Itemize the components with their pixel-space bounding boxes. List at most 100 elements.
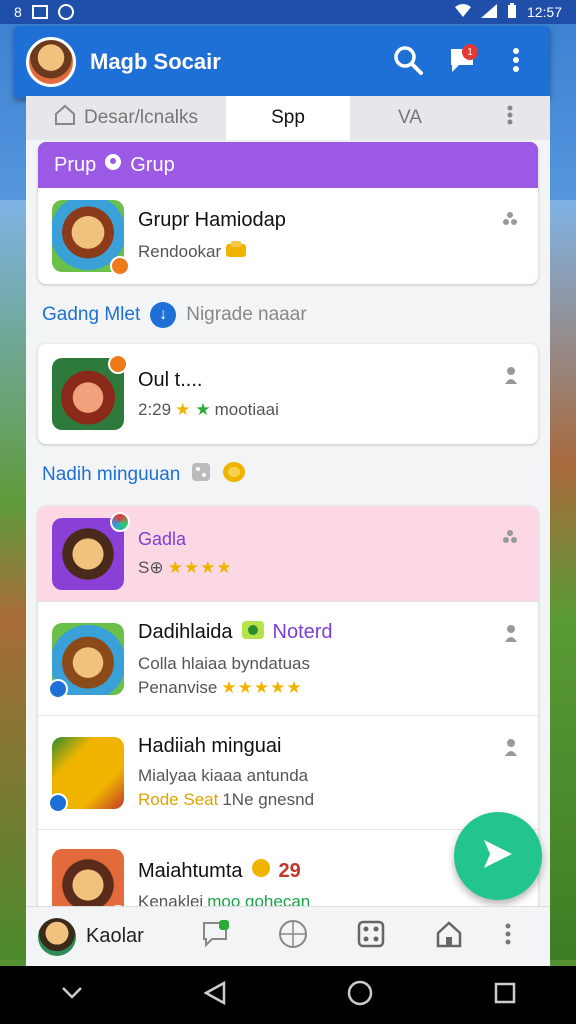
notification-badge: 1 (462, 44, 478, 60)
item-badge: 29 (278, 859, 301, 882)
bottom-navigation: Kaolar (26, 906, 550, 966)
item-line: Kenaklei (138, 892, 204, 906)
list-item[interactable]: Grupr Hamiodap Rendookar (38, 188, 538, 284)
tab-bar: Desar/lcnalks Spp VA (26, 96, 550, 140)
nav-chat-button[interactable] (176, 915, 254, 959)
globe-icon (278, 919, 308, 954)
item-title: Hadiiah minguai (138, 735, 282, 757)
tab-desar[interactable]: Desar/lcnalks (26, 96, 226, 140)
background-scenery-left (0, 200, 28, 960)
list-item[interactable]: Oul t.... 2:29 ★ ★ mootiaai (38, 344, 538, 444)
send-icon (480, 836, 516, 877)
star-rating: ★★★★★ (221, 677, 303, 697)
send-fab-button[interactable] (454, 812, 542, 900)
more-icon[interactable] (502, 210, 518, 233)
chevron-down-icon[interactable] (61, 986, 83, 1005)
badge-icon (48, 678, 68, 699)
battery-icon (507, 2, 517, 22)
item-line: Rode Seat (138, 790, 219, 809)
dice-icon (357, 920, 385, 953)
verified-icon (241, 620, 265, 646)
more-icon[interactable] (504, 366, 518, 392)
search-button[interactable] (386, 40, 430, 84)
section-header: Nadih minguuan (26, 450, 550, 500)
nav-more-button[interactable] (488, 915, 528, 959)
section-note: Nigrade naaar (186, 304, 307, 325)
star-icon: ★ (175, 399, 192, 419)
item-line: Colla hlaiaa byndatuas (138, 653, 311, 673)
group-header: Prup Grup (38, 142, 538, 188)
home-circle-icon[interactable] (347, 980, 373, 1011)
overflow-menu-button[interactable] (494, 40, 538, 84)
group-header-label: Prup (54, 153, 97, 176)
list-item[interactable]: Gadla S⊕ ★★★★ (38, 506, 538, 602)
tab-label: VA (398, 107, 422, 128)
badge-icon (110, 511, 130, 532)
item-card: Oul t.... 2:29 ★ ★ mootiaai (38, 344, 538, 444)
download-icon[interactable]: ↓ (150, 302, 177, 328)
game-thumbnail (48, 736, 124, 813)
tab-label: Spp (271, 107, 305, 128)
square-icon (31, 5, 48, 19)
tab-label: Desar/lcnalks (83, 107, 199, 128)
notifications-button[interactable]: 1 (440, 40, 484, 84)
game-thumbnail (52, 200, 130, 276)
item-line: Mialyaa kiaaa antunda (138, 766, 309, 785)
item-title: Oul t.... (138, 368, 203, 391)
badge-icon (108, 354, 128, 374)
list-item[interactable]: Hadiiah minguai Mialyaa kiaaa antunda Ro… (38, 716, 538, 830)
badge-icon (110, 256, 130, 276)
circle-icon (57, 4, 74, 20)
status-left-text: 8 (14, 4, 22, 20)
game-thumbnail (52, 511, 130, 590)
home-icon (435, 920, 463, 953)
app-title: Magb Socair (90, 49, 221, 74)
nav-label[interactable]: Kaolar (86, 925, 176, 948)
item-subtitle: Rendookar (138, 241, 222, 261)
system-navigation-bar (0, 966, 576, 1024)
search-icon (393, 45, 423, 80)
star-icon: ★ (195, 399, 211, 419)
item-title: Maiahtumta (138, 859, 243, 882)
dice-icon (190, 461, 212, 489)
badge-icon (48, 792, 68, 813)
more-vert-icon (505, 923, 511, 950)
item-tag: Noterd (272, 621, 333, 643)
app-bar: Magb Socair 1 (14, 26, 550, 98)
home-icon (54, 104, 76, 132)
tab-va[interactable]: VA (350, 96, 470, 140)
wifi-icon (454, 3, 471, 21)
nav-avatar[interactable] (38, 917, 76, 956)
status-bar: 8 12:57 (0, 0, 576, 24)
section-header: Gadng Mlet ↓ Nigrade naaar (26, 290, 550, 340)
list-item[interactable]: Dadihlaida Noterd Colla hlaiaa byndatuas… (38, 602, 538, 716)
group-card: Prup Grup Grupr Hamiodap Rendookar (38, 142, 538, 284)
game-thumbnail (48, 622, 124, 699)
nav-explore-button[interactable] (254, 915, 332, 959)
coin-icon (251, 858, 271, 884)
group-header-badge: Grup (130, 153, 175, 176)
back-icon[interactable] (202, 980, 226, 1010)
more-vert-icon (507, 105, 513, 131)
item-title: Gadla (138, 529, 187, 549)
nav-games-button[interactable] (332, 915, 410, 959)
star-rating: ★★★★ (167, 558, 233, 577)
chat-icon (201, 920, 229, 953)
item-title: Dadihlaida (138, 621, 233, 643)
tab-overflow-button[interactable] (470, 96, 550, 140)
more-icon[interactable] (502, 528, 518, 551)
location-pin-icon (104, 153, 122, 177)
item-line: Penanvise (138, 677, 218, 697)
item-subtitle: S⊕ (138, 558, 164, 577)
nav-home-button[interactable] (410, 915, 488, 959)
more-vert-icon (512, 47, 520, 78)
section-title: Gadng Mlet (42, 304, 141, 325)
tab-spp[interactable]: Spp (226, 96, 350, 140)
profile-avatar[interactable] (26, 37, 76, 87)
game-thumbnail (52, 849, 128, 906)
item-meta: mootiaai (214, 399, 279, 419)
more-icon[interactable] (504, 738, 518, 764)
recents-icon[interactable] (494, 982, 516, 1009)
background-scenery-right (548, 200, 576, 960)
more-icon[interactable] (504, 624, 518, 650)
